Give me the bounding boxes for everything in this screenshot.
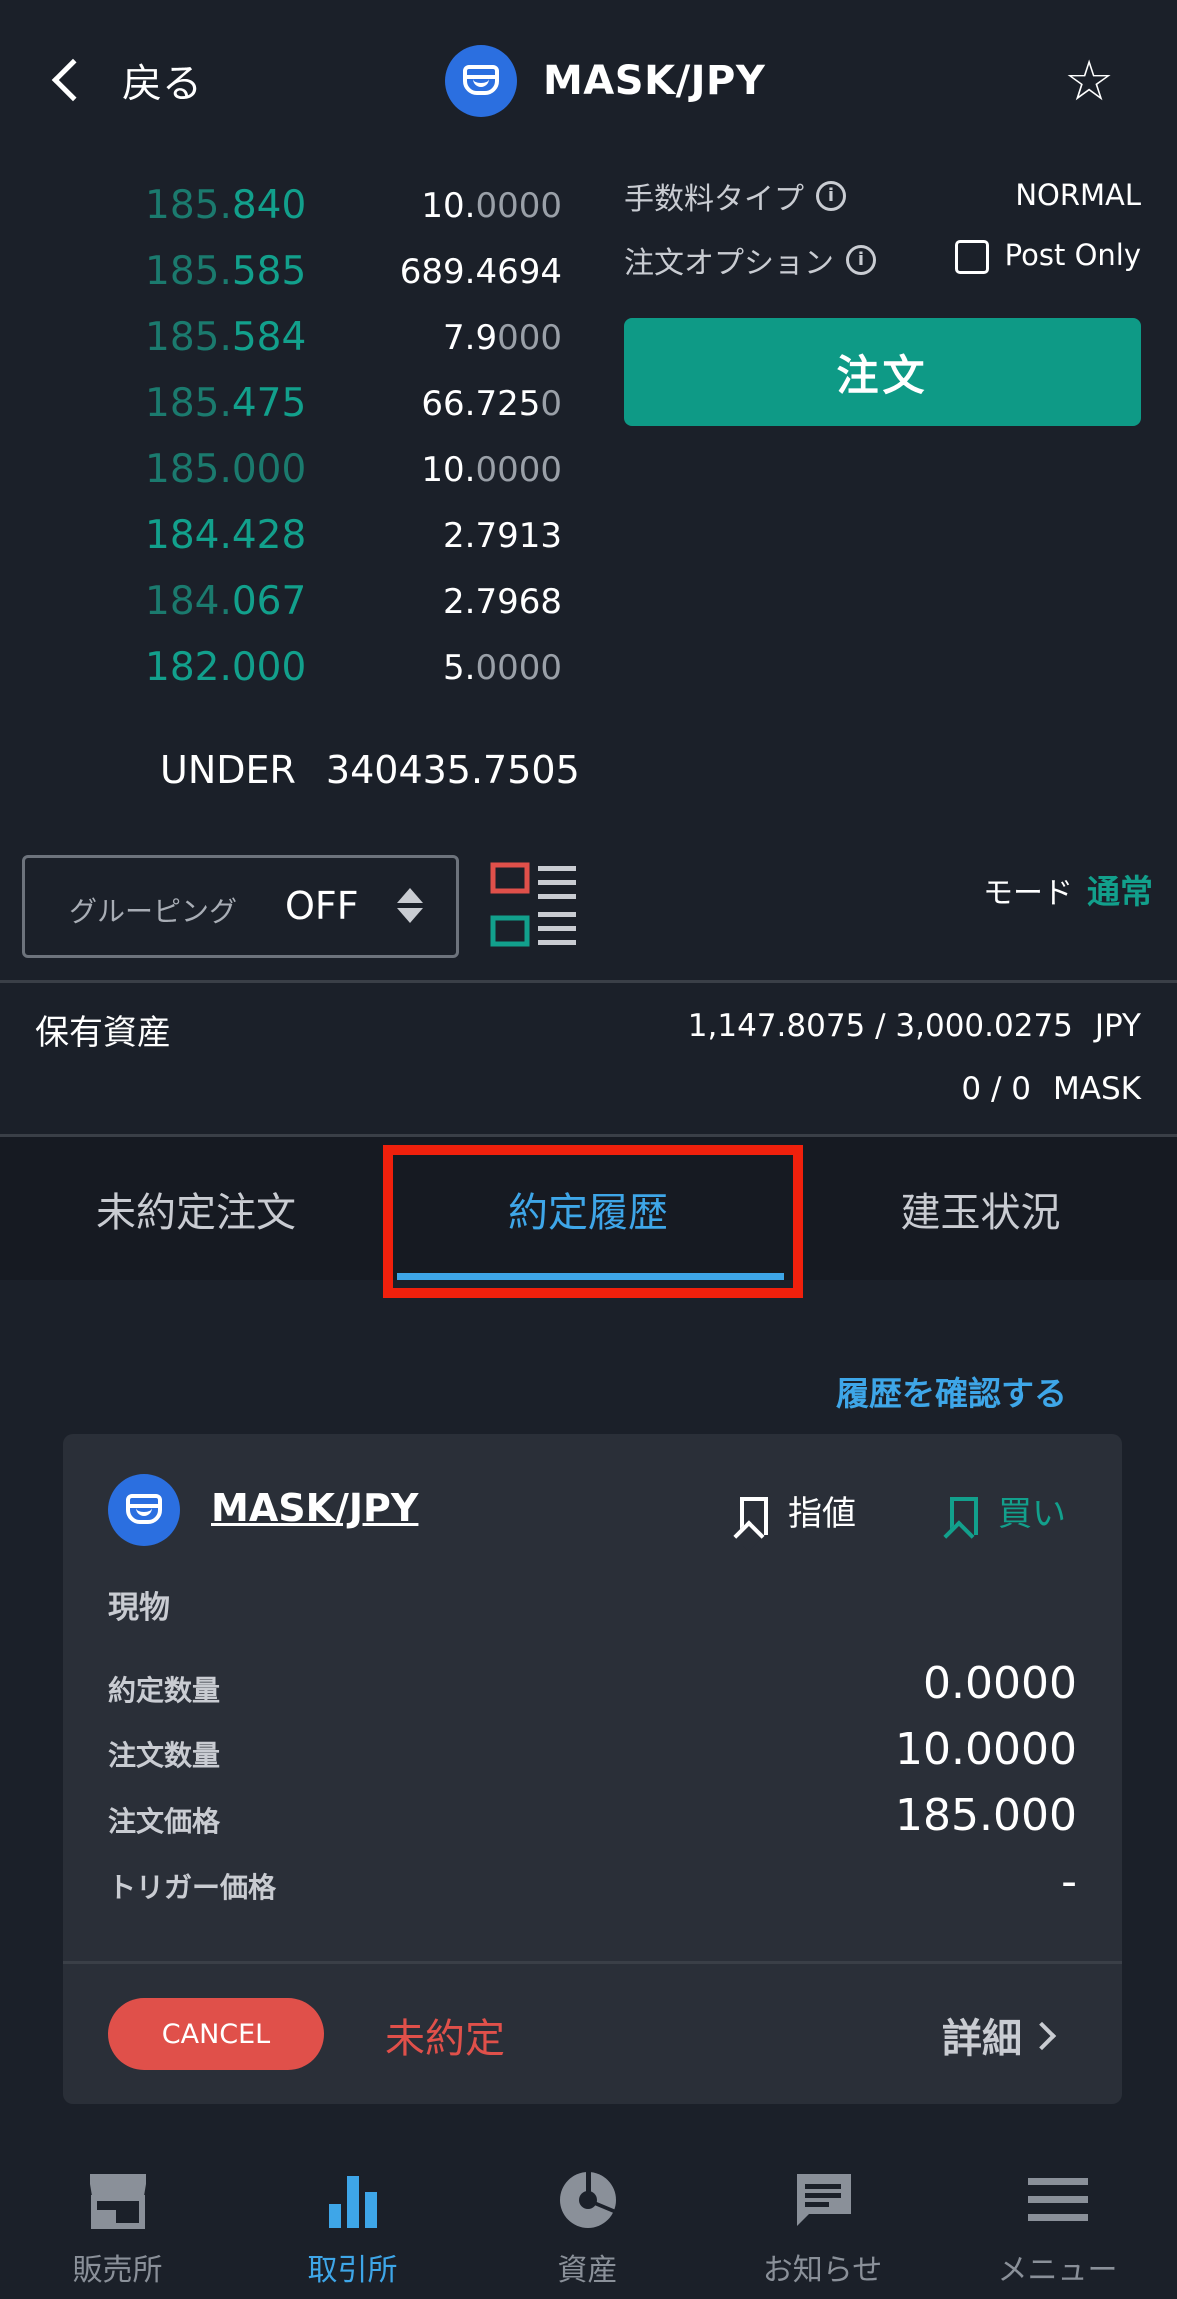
orderbook-row[interactable]: 185.585 689.4694 [0, 250, 600, 294]
nav-store[interactable]: 販売所 [0, 2150, 235, 2290]
divider [63, 1961, 1122, 1964]
mode-toggle[interactable]: モード 通常 [983, 865, 1153, 913]
nav-exchange[interactable]: 取引所 [235, 2150, 470, 2290]
field-label: 注文価格 [108, 1805, 221, 1838]
holdings-label: 保有資産 [35, 1013, 171, 1053]
orderbook-row[interactable]: 184.067 2.7968 [0, 580, 600, 624]
page-title: MASK/JPY [445, 45, 765, 117]
field-label: 約定数量 [108, 1674, 221, 1707]
app-header: 戻る MASK/JPY ☆ [0, 0, 1177, 135]
mask-coin-icon [445, 45, 517, 117]
info-icon[interactable]: i [816, 181, 846, 211]
orderbook-qty: 10.0000 [421, 186, 562, 226]
post-only-checkbox[interactable]: Post Only [954, 238, 1141, 274]
orderbook-row[interactable]: 184.428 2.7913 [0, 514, 600, 558]
nav-assets[interactable]: 資産 [470, 2150, 705, 2290]
menu-icon [1027, 2178, 1088, 2221]
bookmark-icon [740, 1496, 768, 1535]
sort-updown-icon [397, 888, 423, 928]
mode-value: 通常 [1087, 872, 1153, 911]
order-side: 買い [950, 1486, 1066, 1535]
back-button[interactable]: 戻る [48, 50, 202, 110]
order-card: MASK/JPY 指値 買い 現物 約定数量 0.0000 注文数量 10.00… [63, 1434, 1122, 2104]
detail-button[interactable]: 詳細 [942, 2006, 1022, 2064]
bottom-nav: 販売所 取引所 資産 お知らせ メニュー [0, 2130, 1177, 2299]
fee-type-value: NORMAL [1015, 178, 1141, 212]
order-type: 指値 [740, 1486, 856, 1535]
history-link[interactable]: 履歴を確認する [836, 1367, 1067, 1415]
orderbook-price: 185.584 [145, 315, 307, 360]
order-button[interactable]: 注文 [624, 318, 1141, 426]
under-value: 340435.7505 [325, 748, 580, 792]
orderbook-price: 184.067 [145, 579, 307, 624]
highlight-box [383, 1145, 803, 1298]
field-value: 0.0000 [923, 1658, 1077, 1709]
mode-label: モード [983, 876, 1073, 911]
chevron-left-icon [51, 58, 95, 102]
under-total: UNDER 340435.7505 [160, 748, 580, 792]
cancel-button[interactable]: CANCEL [108, 1998, 324, 2070]
fee-type-label: 手数料タイプ i [624, 174, 846, 218]
orderbook-row[interactable]: 182.000 5.0000 [0, 646, 600, 690]
store-icon [89, 2174, 146, 2229]
orderbook-price: 184.428 [145, 513, 307, 558]
orderbook-qty: 2.7968 [443, 582, 562, 622]
orderbook-price: 185.000 [145, 447, 307, 492]
info-icon[interactable]: i [846, 245, 876, 275]
pie-chart-icon [559, 2170, 616, 2228]
grouping-value: OFF [285, 884, 359, 928]
field-label: トリガー価格 [108, 1871, 277, 1904]
orderbook-price: 182.000 [145, 645, 307, 690]
message-icon [794, 2174, 851, 2226]
orderbook-qty: 10.0000 [421, 450, 562, 490]
orderbook-price: 185.840 [145, 183, 307, 228]
orderbook-qty: 66.7250 [421, 384, 562, 424]
grouping-select[interactable]: グルーピング OFF [22, 855, 459, 958]
orderbook-qty: 689.4694 [399, 252, 562, 292]
grouping-label: グルーピング [69, 895, 238, 928]
field-value: 10.0000 [895, 1724, 1077, 1775]
checkbox-icon[interactable] [954, 240, 989, 274]
orderbook-qty: 7.9000 [443, 318, 562, 358]
bookmark-icon [950, 1496, 978, 1535]
chevron-right-icon [1027, 2021, 1057, 2051]
tab-open-orders[interactable]: 未約定注文 [0, 1137, 392, 1280]
order-pair-link[interactable]: MASK/JPY [211, 1486, 418, 1530]
holdings-mask: 0 / 0 MASK [961, 1071, 1141, 1107]
bar-chart-icon [328, 2176, 377, 2228]
mask-coin-icon [108, 1474, 180, 1546]
orderbook-price: 185.475 [145, 381, 307, 426]
order-option-label: 注文オプション i [624, 238, 876, 282]
order-status: 未約定 [385, 2016, 505, 2062]
orderbook-row[interactable]: 185.584 7.9000 [0, 316, 600, 360]
orderbook-row[interactable]: 185.475 66.7250 [0, 382, 600, 426]
under-label: UNDER [160, 748, 296, 792]
holdings-jpy: 1,147.8075 / 3,000.0275 JPY [687, 1008, 1141, 1044]
orderbook-price: 185.585 [145, 249, 307, 294]
star-icon[interactable]: ☆ [1064, 52, 1114, 112]
orderbook-row[interactable]: 185.840 10.0000 [0, 184, 600, 228]
nav-menu[interactable]: メニュー [940, 2150, 1175, 2290]
orderbook-layout-icon[interactable] [490, 862, 578, 950]
order-category: 現物 [108, 1590, 170, 1626]
orderbook-qty: 5.0000 [443, 648, 562, 688]
field-value: - [1061, 1856, 1077, 1907]
divider [0, 980, 1177, 983]
field-label: 注文数量 [108, 1739, 221, 1772]
nav-news[interactable]: お知らせ [705, 2150, 940, 2290]
orderbook-qty: 2.7913 [443, 516, 562, 556]
tab-positions[interactable]: 建玉状況 [784, 1137, 1177, 1280]
field-value: 185.000 [895, 1790, 1077, 1841]
orderbook-row[interactable]: 185.000 10.0000 [0, 448, 600, 492]
